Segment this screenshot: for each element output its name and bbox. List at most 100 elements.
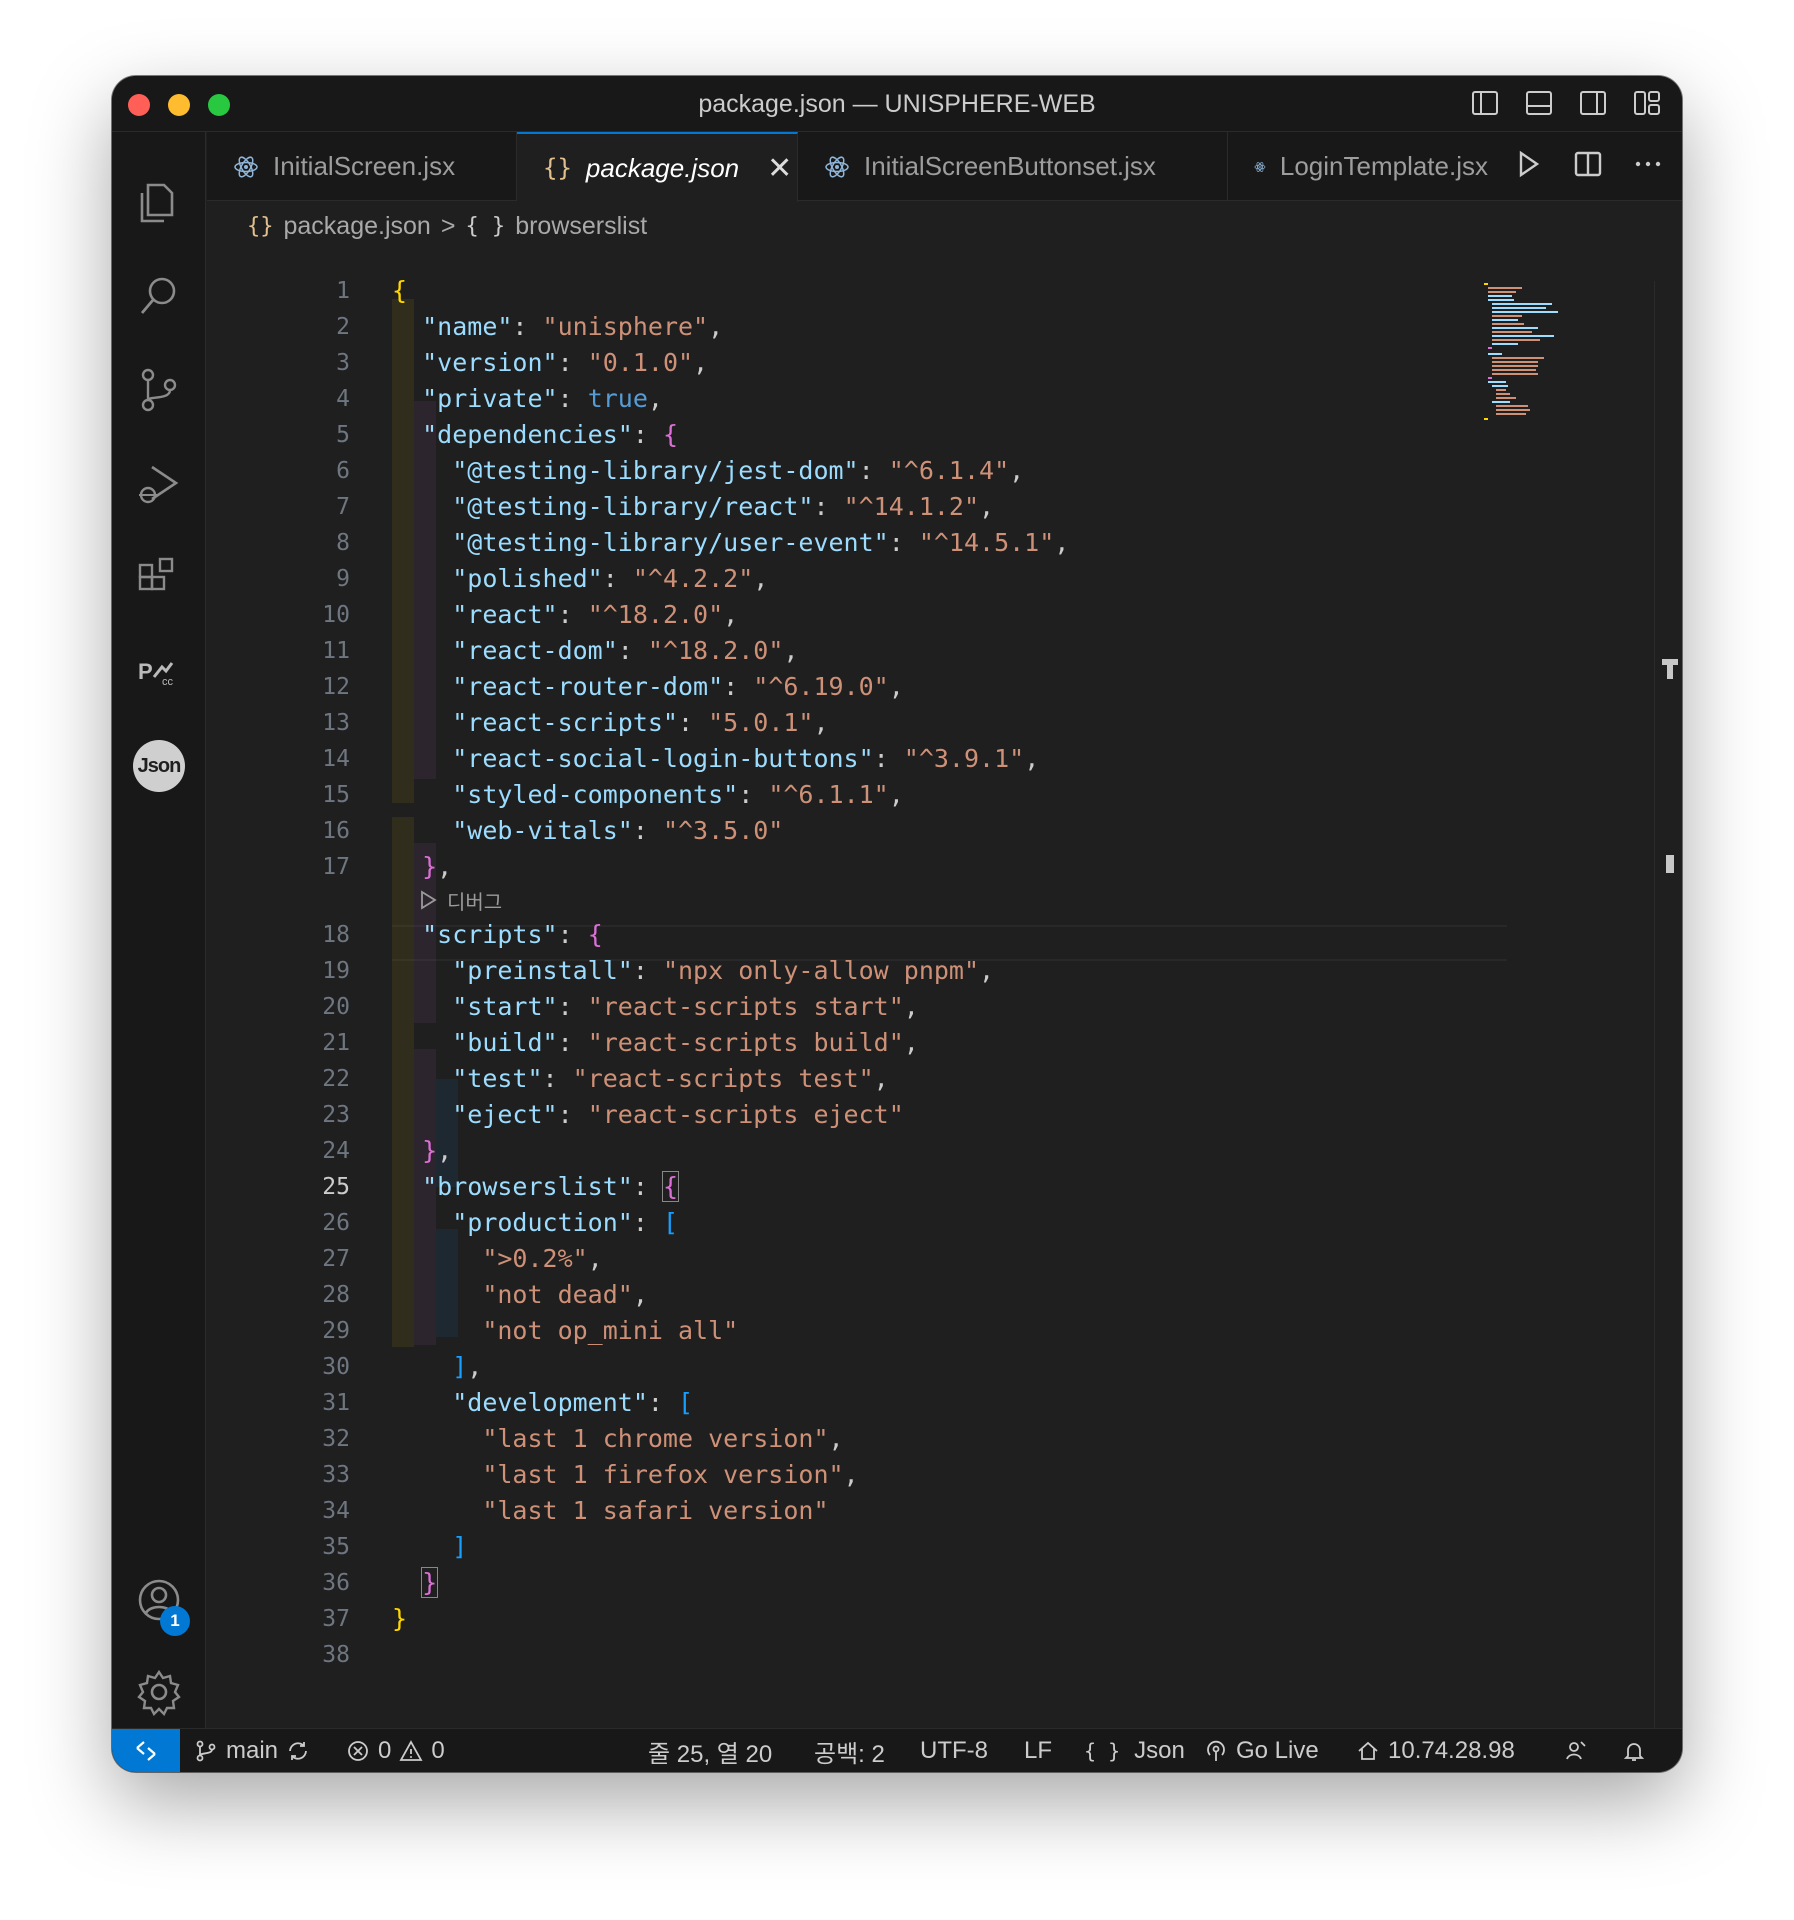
debug-codelens[interactable]: 디버그 <box>417 885 502 915</box>
code-line-2: "name": "unisphere", <box>422 312 724 341</box>
language-label: Json <box>1134 1737 1185 1764</box>
extensions-icon[interactable] <box>112 538 206 618</box>
code-line-32: "last 1 chrome version", <box>482 1424 844 1453</box>
code-line-13: "react-scripts": "5.0.1", <box>452 708 829 737</box>
line-number: 9 <box>336 566 350 592</box>
line-number: 29 <box>322 1318 350 1344</box>
warning-icon <box>399 1740 423 1761</box>
branch-indicator[interactable]: main <box>194 1729 310 1772</box>
code-line-4: "private": true, <box>422 384 663 413</box>
json-braces-icon: {} <box>543 154 572 182</box>
split-editor-icon[interactable] <box>1572 148 1604 180</box>
broadcast-icon <box>1207 1740 1225 1761</box>
line-number: 18 <box>322 922 350 948</box>
eol-setting[interactable]: LF <box>1024 1729 1052 1772</box>
breadcrumb: {} package.json > { } browserslist <box>247 206 647 246</box>
svg-text:P: P <box>138 659 153 684</box>
explorer-icon[interactable] <box>112 162 206 242</box>
line-number: 20 <box>322 994 350 1020</box>
vscode-window: package.json — UNISPHERE-WEB Pcc Json 1 … <box>112 76 1682 1772</box>
code-line-12: "react-router-dom": "^6.19.0", <box>452 672 904 701</box>
go-live-button[interactable]: Go Live <box>1204 1729 1319 1772</box>
code-line-15: "styled-components": "^6.1.1", <box>452 780 904 809</box>
editor-tab-bar: InitialScreen.jsx {} package.json ✕ Init… <box>207 132 1682 202</box>
react-icon <box>1254 161 1266 172</box>
line-number: 5 <box>336 422 350 448</box>
notifications-bell-icon[interactable] <box>1622 1729 1646 1772</box>
ip-address-indicator[interactable]: 10.74.28.98 <box>1356 1729 1515 1772</box>
accounts-icon[interactable]: 1 <box>112 1560 206 1640</box>
close-tab-icon[interactable]: ✕ <box>767 151 792 186</box>
code-line-8: "@testing-library/user-event": "^14.5.1"… <box>452 528 1070 557</box>
toggle-panel-icon[interactable] <box>1524 88 1554 118</box>
tab-initialscreenbuttonset[interactable]: InitialScreenButtonset.jsx <box>798 132 1228 201</box>
line-number: 15 <box>322 782 350 808</box>
search-icon[interactable] <box>112 256 206 336</box>
json-file-icon: {} <box>247 213 274 239</box>
tab-initialscreen[interactable]: InitialScreen.jsx <box>207 132 517 201</box>
line-number: 11 <box>322 638 350 664</box>
toggle-secondary-sidebar-icon[interactable] <box>1578 88 1608 118</box>
settings-gear-icon[interactable] <box>112 1652 206 1732</box>
breadcrumb-symbol[interactable]: browserslist <box>515 212 647 241</box>
cursor-position[interactable]: 줄 25, 열 20 <box>648 1729 772 1772</box>
code-line-6: "@testing-library/jest-dom": "^6.1.4", <box>452 456 1025 485</box>
line-number: 33 <box>322 1462 350 1488</box>
code-line-34: "last 1 safari version" <box>482 1496 829 1525</box>
line-number: 37 <box>322 1606 350 1632</box>
warning-count: 0 <box>431 1737 445 1764</box>
tab-label: package.json <box>585 152 740 183</box>
react-icon <box>825 155 849 178</box>
code-line-9: "polished": "^4.2.2", <box>452 564 769 593</box>
line-number: 26 <box>322 1210 350 1236</box>
tab-logintemplate[interactable]: LoginTemplate.jsx <box>1228 132 1488 201</box>
code-line-20: "start": "react-scripts start", <box>452 992 919 1021</box>
remote-indicator[interactable] <box>112 1729 180 1772</box>
code-line-21: "build": "react-scripts build", <box>452 1028 919 1057</box>
customize-layout-icon[interactable] <box>1632 88 1662 118</box>
tab-label: InitialScreen.jsx <box>273 151 456 181</box>
line-number: 17 <box>322 854 350 880</box>
minimap[interactable] <box>1482 281 1572 421</box>
problems-indicator[interactable]: 0 0 <box>346 1729 445 1772</box>
code-line-26: "production": [ <box>452 1208 679 1237</box>
play-icon <box>421 890 437 910</box>
breadcrumb-file[interactable]: package.json <box>284 212 431 241</box>
source-control-icon[interactable] <box>112 350 206 430</box>
sync-icon[interactable] <box>286 1739 310 1763</box>
scroll-cursor-marker <box>1667 665 1673 679</box>
status-bar: main 0 0 줄 25, 열 20 공백: 2 UTF-8 LF { } J… <box>112 1728 1682 1772</box>
code-editor[interactable]: 1 2 3 4 5 6 7 8 9 10 11 12 13 14 15 16 17 18 19 20 21 22 23 24 2… <box>207 251 1682 1728</box>
line-number: 12 <box>322 674 350 700</box>
run-debug-icon[interactable] <box>112 444 206 524</box>
line-number: 1 <box>336 278 350 304</box>
run-icon[interactable] <box>1512 148 1544 180</box>
vertical-scrollbar[interactable] <box>1654 281 1682 1728</box>
line-number: 34 <box>322 1498 350 1524</box>
toggle-primary-sidebar-icon[interactable] <box>1470 88 1500 118</box>
more-actions-icon[interactable] <box>1632 148 1664 180</box>
code-line-25: "browserslist": { <box>422 1171 680 1202</box>
code-line-27: ">0.2%", <box>482 1244 603 1273</box>
error-icon <box>348 1741 368 1761</box>
line-number: 32 <box>322 1426 350 1452</box>
line-number: 38 <box>322 1642 350 1668</box>
accounts-feedback-icon[interactable] <box>1564 1729 1588 1772</box>
code-line-22: "test": "react-scripts test", <box>452 1064 889 1093</box>
language-mode[interactable]: { } Json <box>1084 1729 1185 1772</box>
git-branch-icon <box>196 1740 216 1762</box>
line-number: 36 <box>322 1570 350 1596</box>
code-line-14: "react-social-login-buttons": "^3.9.1", <box>452 744 1040 773</box>
json-extension-icon[interactable]: Json <box>112 726 206 806</box>
line-number: 7 <box>336 494 350 520</box>
line-number: 31 <box>322 1390 350 1416</box>
pscc-icon[interactable]: Pcc <box>112 632 206 712</box>
code-line-7: "@testing-library/react": "^14.1.2", <box>452 492 995 521</box>
indentation-setting[interactable]: 공백: 2 <box>814 1729 885 1772</box>
code-line-17: }, <box>422 852 453 881</box>
window-title: package.json — UNISPHERE-WEB <box>698 90 1096 118</box>
tab-package-json[interactable]: {} package.json ✕ <box>517 132 798 202</box>
code-line-35: ] <box>452 1532 468 1561</box>
encoding-setting[interactable]: UTF-8 <box>920 1729 988 1772</box>
code-line-29: "not op_mini all" <box>482 1316 739 1345</box>
